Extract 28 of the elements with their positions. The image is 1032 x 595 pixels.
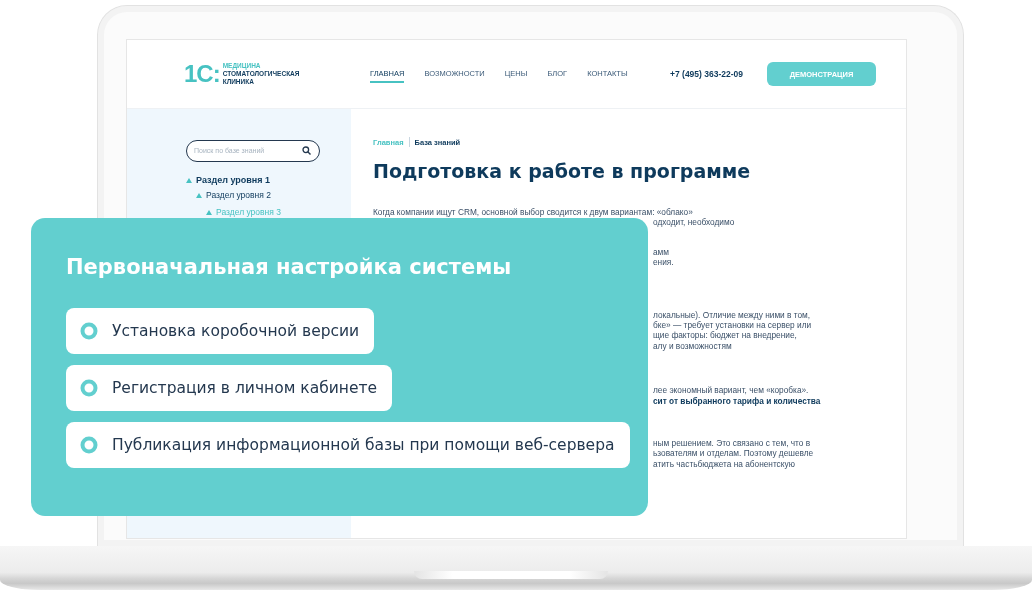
text-line: ьзователям и отделам. Поэтому дешевле [653, 448, 814, 459]
phone-number[interactable]: +7 (495) 363-22-09 [670, 69, 767, 79]
text-line: амм [653, 246, 670, 258]
text-line: бке» — требует установки на сервер или [653, 320, 812, 331]
text-line: Когда компании ищут CRM, основной выбор сводится к двум вариантам: «облако» [373, 207, 693, 218]
search-icon [302, 146, 311, 155]
tree-item[interactable]: Раздел уровня 1 [196, 175, 271, 185]
text-line: одходит, необходимо [653, 217, 735, 228]
text-line: сит от выбранного тарифа и количества [653, 395, 821, 407]
text-line: атить частьбюджета на абонентскую [653, 458, 795, 470]
ring-icon [80, 436, 98, 454]
item-text: Регистрация в личном кабинете [112, 379, 378, 397]
triangle-icon [206, 209, 212, 215]
ring-icon [80, 379, 98, 397]
triangle-icon [196, 192, 202, 198]
text-line: лее экономный вариант, чем «коробка». [653, 385, 809, 396]
item-text: Установка коробочной версии [112, 322, 360, 340]
text-line: ным решением. Это связано с тем, что в [653, 438, 811, 449]
item-text: Публикация информационной базы при помощи веб-сервера [112, 436, 615, 454]
triangle-icon [186, 177, 192, 183]
ring-icon [80, 322, 98, 340]
card-title: Первоначальная настройка системы [66, 255, 512, 279]
text-line: ения. [653, 257, 674, 268]
text-line: алу и возможностям [653, 340, 732, 352]
text-line: щие факторы: бюджет на внедрение, [653, 330, 797, 341]
tree-item[interactable]: Раздел уровня 2 [206, 190, 271, 200]
page-title: Подготовка к работе в программе [373, 160, 752, 182]
text-line: локальные). Отличие между ними в том, [653, 309, 811, 321]
